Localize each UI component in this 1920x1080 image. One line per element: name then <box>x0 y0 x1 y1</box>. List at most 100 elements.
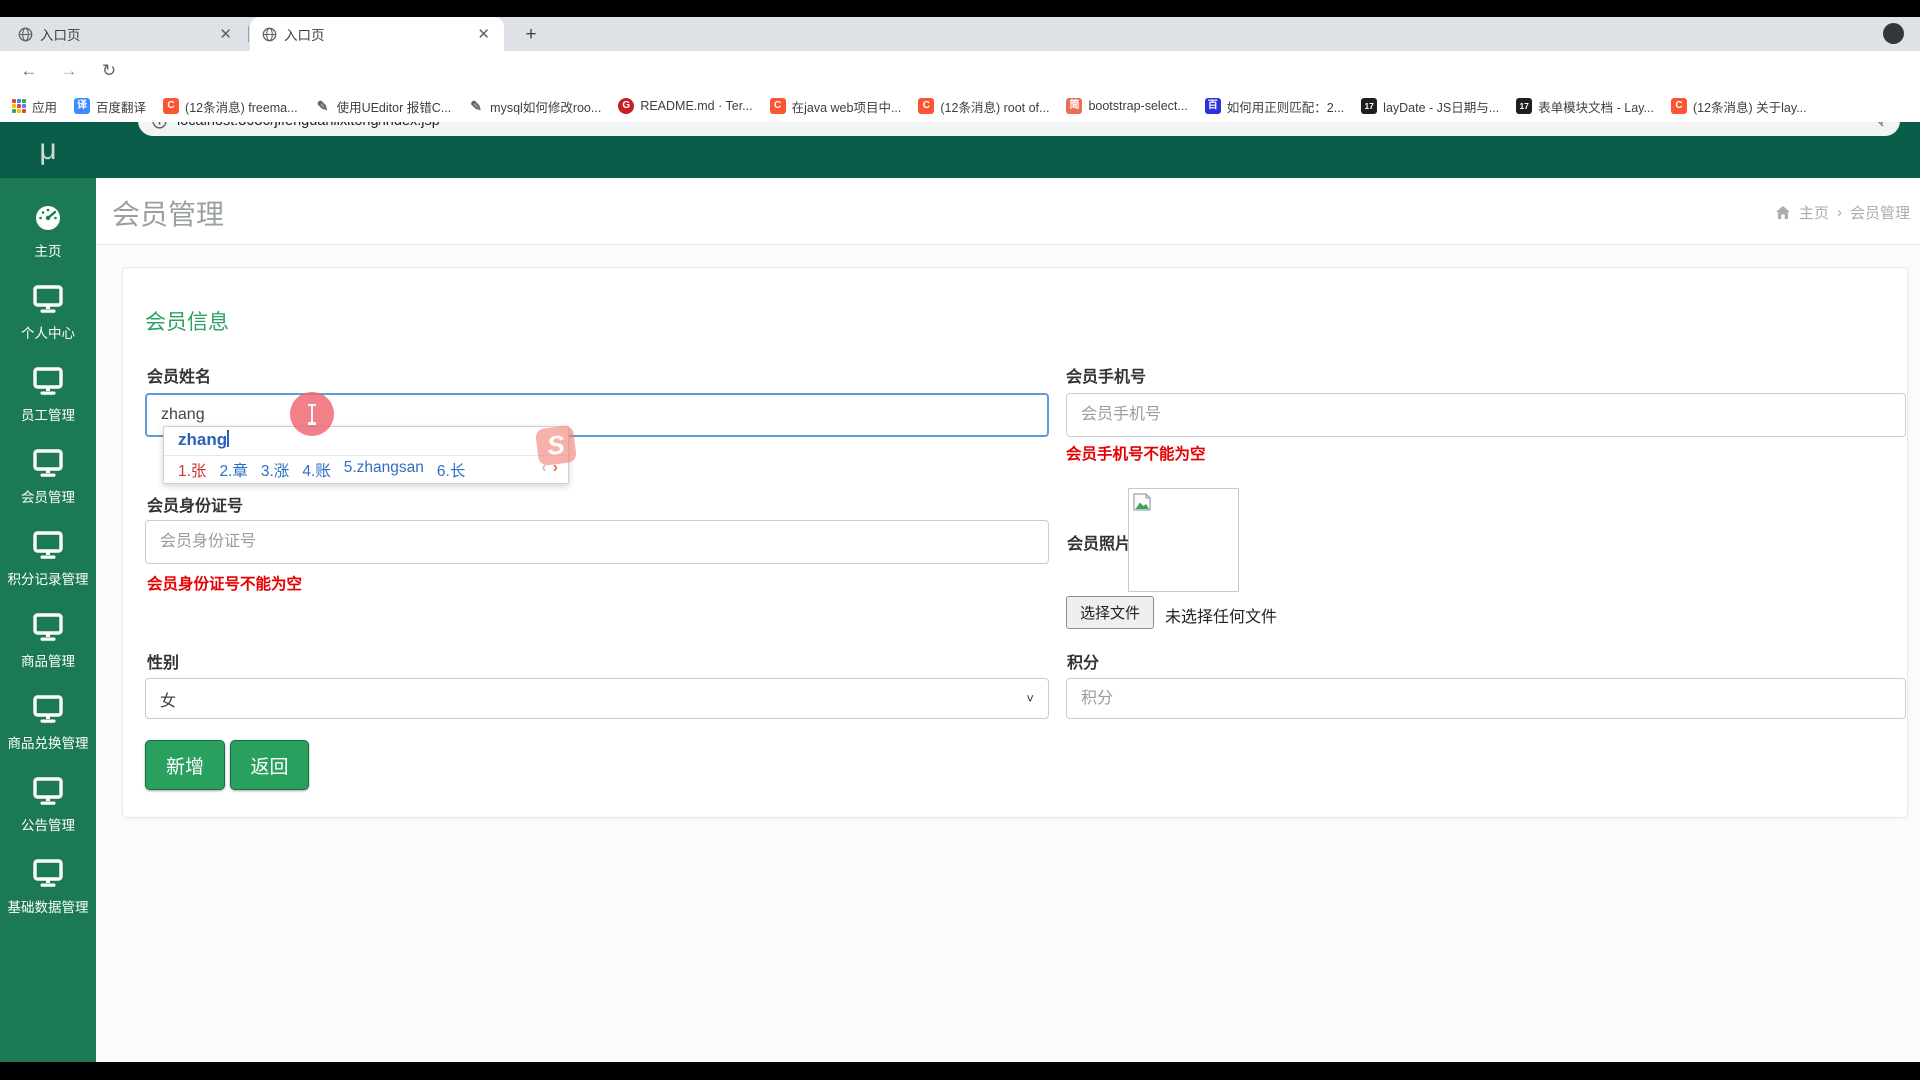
points-input[interactable] <box>1066 678 1906 719</box>
bookmark-baidu-translate[interactable]: 译 百度翻译 <box>74 97 146 116</box>
pen-icon: ✎ <box>470 98 483 114</box>
main-content: 会员信息 会员姓名 会员身份证号 会员身份证号不能为空 性别 女 ˅ 新增 返回… <box>96 245 1920 1062</box>
csdn-icon: C <box>1670 98 1687 114</box>
mouse-cursor-indicator <box>290 392 334 436</box>
tab-strip: 入口页 ✕ 入口页 ✕ + <box>0 17 1920 51</box>
dashboard-icon <box>36 205 60 230</box>
monitor-icon <box>33 612 63 641</box>
letterbox-top <box>0 0 1920 17</box>
gender-label: 性别 <box>147 655 180 672</box>
ime-candidate[interactable]: 2.章 <box>219 459 247 481</box>
app-logo[interactable]: μ <box>0 122 96 178</box>
ime-caret <box>227 430 229 447</box>
bookmark-bootstrap-select[interactable]: 简 bootstrap-select... <box>1066 98 1188 114</box>
submit-button[interactable]: 新增 <box>145 740 225 790</box>
sidebar-item-members[interactable]: 会员管理 <box>0 436 96 518</box>
back-button[interactable]: ← <box>16 58 42 84</box>
csdn-icon: C <box>769 98 786 114</box>
ime-candidate[interactable]: 5.zhangsan <box>344 459 424 481</box>
pen-icon: ✎ <box>316 98 329 114</box>
monitor-icon <box>33 530 63 559</box>
choose-file-button[interactable]: 选择文件 <box>1066 596 1154 629</box>
ime-candidate[interactable]: 1.张 <box>178 459 206 481</box>
bookmark-csdn-lay[interactable]: C (12条消息) 关于lay... <box>1670 97 1807 116</box>
photo-preview <box>1128 488 1239 592</box>
points-label: 积分 <box>1067 655 1100 672</box>
bookmark-ueditor[interactable]: ✎ 使用UEditor 报错C... <box>315 97 451 116</box>
tab-close-icon[interactable]: ✕ <box>473 25 494 44</box>
bookmark-apps[interactable]: 应用 <box>12 97 57 116</box>
bookmark-form-docs[interactable]: 17 表单模块文档 - Lay... <box>1516 97 1654 116</box>
sidebar-item-points-records[interactable]: 积分记录管理 <box>0 518 96 600</box>
ime-composition: zhang <box>178 430 229 449</box>
forward-button[interactable]: → <box>56 58 82 84</box>
ime-divider <box>164 455 568 456</box>
sidebar-item-base-data[interactable]: 基础数据管理 <box>0 846 96 928</box>
letterbox-bottom <box>0 1062 1920 1080</box>
broken-image-icon <box>1133 493 1152 511</box>
jianshu-icon: 简 <box>1066 98 1083 114</box>
ime-candidate[interactable]: 3.涨 <box>261 459 289 481</box>
new-tab-button[interactable]: + <box>518 22 544 48</box>
bookmark-regex[interactable]: 百 如何用正则匹配：2... <box>1204 97 1344 116</box>
apps-grid-icon <box>12 99 26 113</box>
idcard-error: 会员身份证号不能为空 <box>147 576 303 593</box>
back-button-form[interactable]: 返回 <box>230 740 309 790</box>
sidebar-item-exchange[interactable]: 商品兑换管理 <box>0 682 96 764</box>
bookmark-csdn-freema[interactable]: C (12条消息) freema... <box>163 97 298 116</box>
sidebar-item-announcements[interactable]: 公告管理 <box>0 764 96 846</box>
sidebar-item-products[interactable]: 商品管理 <box>0 600 96 682</box>
tab-close-icon[interactable]: ✕ <box>215 25 236 44</box>
breadcrumb-separator: › <box>1836 204 1842 221</box>
bookmark-root-of[interactable]: C (12条消息) root of... <box>918 97 1049 116</box>
screen: 入口页 ✕ 入口页 ✕ + ← → ↻ localhost:8080/jifen… <box>0 0 1920 1080</box>
layui-icon: 17 <box>1516 98 1533 114</box>
home-icon <box>1775 206 1790 219</box>
bookmark-mysql[interactable]: ✎ mysql如何修改roo... <box>468 97 601 116</box>
ime-candidate[interactable]: 6.长 <box>437 459 465 481</box>
browser-profile-avatar[interactable] <box>1883 23 1904 44</box>
baidu-translate-icon: 译 <box>74 98 91 114</box>
phone-input[interactable] <box>1066 393 1906 437</box>
sidebar-item-home[interactable]: 主页 <box>0 190 96 272</box>
globe-icon <box>18 27 33 41</box>
bookmark-javaweb[interactable]: C 在java web项目中... <box>769 97 901 116</box>
csdn-icon: C <box>163 98 180 114</box>
tab-separator <box>248 26 249 42</box>
ime-candidate[interactable]: 4.账 <box>302 459 330 481</box>
tab-title: 入口页 <box>284 28 325 43</box>
bookmarks-bar: 应用 译 百度翻译 C (12条消息) freema... ✎ 使用UEdito… <box>0 90 1920 122</box>
monitor-icon <box>33 858 63 887</box>
sidebar: 主页 个人中心 员工管理 会员管理 积分记录管理 商品管理 商品兑换管理 公告管… <box>0 178 96 1062</box>
page-header: 会员管理 主页 › 会员管理 <box>96 178 1920 245</box>
bookmark-laydate[interactable]: 17 layDate - JS日期与... <box>1361 97 1499 116</box>
monitor-icon <box>33 776 63 805</box>
sidebar-item-profile[interactable]: 个人中心 <box>0 272 96 354</box>
browser-tab-1[interactable]: 入口页 ✕ <box>6 17 246 51</box>
text-cursor-icon <box>308 403 316 425</box>
gitee-icon: G <box>618 98 635 114</box>
idcard-input[interactable] <box>145 520 1049 564</box>
sidebar-item-staff[interactable]: 员工管理 <box>0 354 96 436</box>
browser-tab-2-active[interactable]: 入口页 ✕ <box>250 17 504 51</box>
breadcrumb-home[interactable]: 主页 <box>1799 202 1829 223</box>
monitor-icon <box>33 284 63 313</box>
gender-select[interactable]: 女 ˅ <box>145 678 1049 719</box>
layui-icon: 17 <box>1361 98 1378 114</box>
reload-button[interactable]: ↻ <box>96 58 122 84</box>
photo-label: 会员照片 <box>1067 536 1132 553</box>
bookmark-readme[interactable]: G README.md · Ter... <box>618 98 753 114</box>
breadcrumb: 主页 › 会员管理 <box>1775 202 1910 223</box>
monitor-icon <box>33 448 63 477</box>
breadcrumb-current: 会员管理 <box>1849 205 1910 222</box>
section-title: 会员信息 <box>145 311 229 334</box>
tab-title: 入口页 <box>40 28 81 43</box>
globe-icon <box>262 27 277 41</box>
baidu-icon: 百 <box>1204 98 1221 114</box>
browser-toolbar: ← → ↻ localhost:8080/jifenguanlixitong/i… <box>0 51 1920 136</box>
chevron-down-icon: ˅ <box>1026 691 1034 706</box>
phone-error: 会员手机号不能为空 <box>1066 446 1206 463</box>
ime-candidate-window[interactable]: zhang 1.张 2.章 3.涨 4.账 5.zhangsan 6.长 ‹ › … <box>163 424 578 484</box>
gender-value: 女 <box>160 692 177 710</box>
sogou-ime-logo: S <box>534 424 578 467</box>
